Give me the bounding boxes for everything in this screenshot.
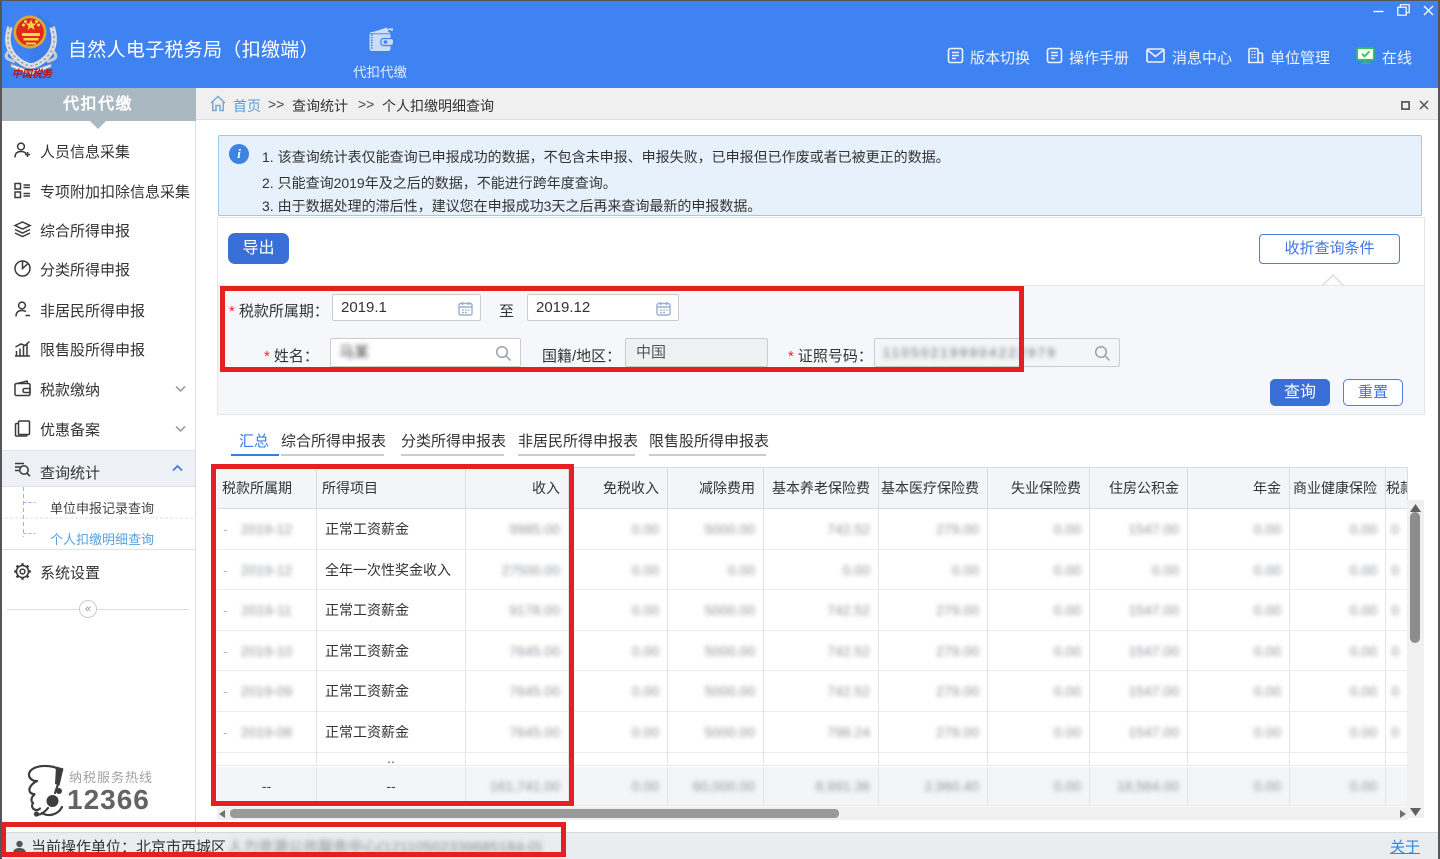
svg-text:中国税务: 中国税务 — [12, 68, 54, 79]
